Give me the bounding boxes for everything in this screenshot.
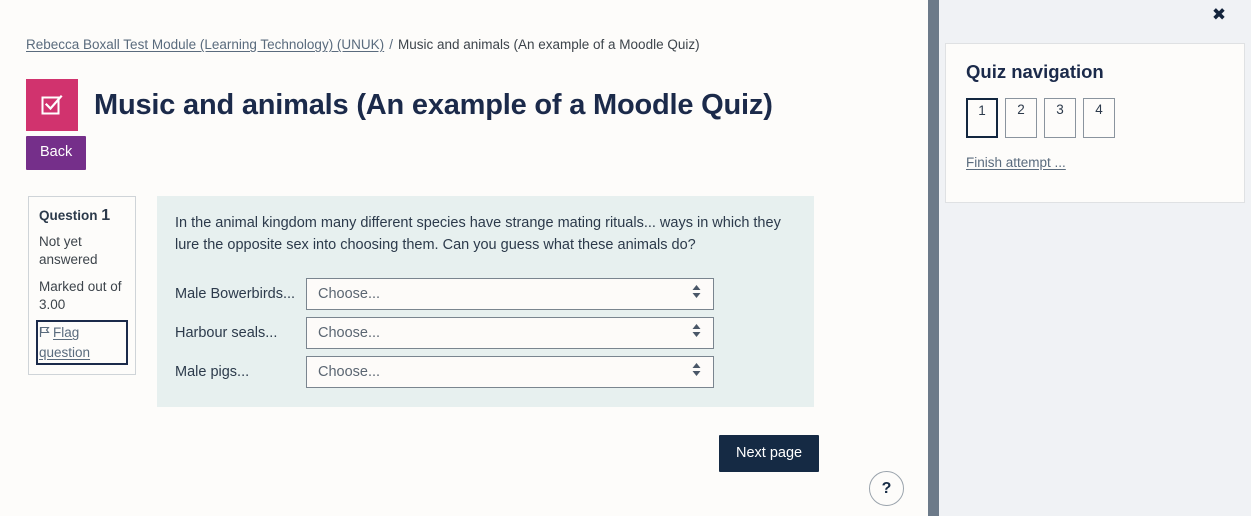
page-header: Music and animals (An example of a Moodl…	[26, 68, 773, 143]
breadcrumb-current: Music and animals (An example of a Moodl…	[397, 37, 700, 52]
question-state: Not yet answered	[39, 234, 98, 267]
question-button-2[interactable]: 2	[1005, 98, 1037, 138]
chevron-updown-icon	[691, 284, 702, 304]
matching-row: Male Bowerbirds... Choose...	[175, 278, 794, 310]
quiz-navigation-card: Quiz navigation 1 2 3 4 Finish attempt .…	[945, 43, 1245, 203]
matching-row-label: Male Bowerbirds...	[175, 285, 296, 302]
question-button-1[interactable]: 1	[966, 98, 998, 138]
side-panel: ✖ Quiz navigation 1 2 3 4 Finish attempt…	[939, 0, 1251, 516]
quiz-navigation-title: Quiz navigation	[966, 61, 1104, 82]
answer-select-2[interactable]: Choose...	[306, 356, 714, 388]
main-content-pane: Rebecca Boxall Test Module (Learning Tec…	[0, 0, 928, 516]
question-info-box: Question 1 Not yet answered Marked out o…	[28, 196, 136, 375]
question-number-buttons: 1 2 3 4	[966, 98, 1224, 138]
question-number-label: Question 1	[39, 207, 125, 224]
question-button-3[interactable]: 3	[1044, 98, 1076, 138]
breadcrumb-separator: /	[389, 37, 393, 52]
answer-select-0-value: Choose...	[318, 286, 381, 302]
finish-attempt-link[interactable]: Finish attempt ...	[966, 154, 1066, 172]
question-text: In the animal kingdom many different spe…	[175, 215, 781, 253]
question-button-4[interactable]: 4	[1083, 98, 1115, 138]
question-body: In the animal kingdom many different spe…	[157, 196, 814, 407]
flag-question-link[interactable]: Flag question	[36, 320, 128, 365]
next-page-button[interactable]: Next page	[719, 435, 820, 472]
question-word: Question	[39, 208, 98, 223]
matching-row-label: Harbour seals...	[175, 324, 278, 341]
breadcrumb: Rebecca Boxall Test Module (Learning Tec…	[26, 36, 700, 54]
matching-row: Male pigs... Choose...	[175, 356, 794, 388]
page-title: Music and animals (An example of a Moodl…	[94, 89, 773, 122]
answer-select-1-value: Choose...	[318, 325, 381, 341]
back-button[interactable]: Back	[26, 136, 87, 170]
matching-rows: Male Bowerbirds... Choose... Harbour sea…	[175, 278, 794, 388]
breadcrumb-course-link[interactable]: Rebecca Boxall Test Module (Learning Tec…	[26, 37, 384, 52]
question-grade: Marked out of 3.00	[39, 279, 122, 312]
pane-divider[interactable]	[928, 0, 939, 516]
answer-select-0[interactable]: Choose...	[306, 278, 714, 310]
chevron-updown-icon	[691, 362, 702, 382]
chevron-updown-icon	[691, 323, 702, 343]
help-button[interactable]: ?	[869, 471, 904, 506]
matching-row-label: Male pigs...	[175, 363, 250, 380]
matching-row: Harbour seals... Choose...	[175, 317, 794, 349]
answer-select-2-value: Choose...	[318, 364, 381, 380]
close-icon[interactable]: ✖	[1203, 0, 1235, 30]
flag-icon	[39, 324, 50, 343]
quiz-checkbox-icon	[26, 79, 78, 132]
answer-select-1[interactable]: Choose...	[306, 317, 714, 349]
question-number: 1	[101, 207, 111, 224]
page-root: Rebecca Boxall Test Module (Learning Tec…	[0, 0, 1251, 516]
